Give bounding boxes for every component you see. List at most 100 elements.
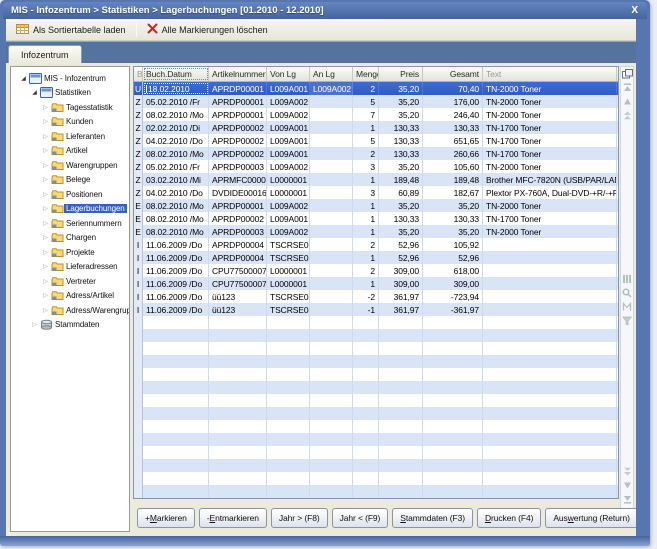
cell-von[interactable]: L009A001: [267, 212, 310, 225]
cell-artikel[interactable]: APRDP00003: [209, 160, 267, 173]
cell-an[interactable]: [310, 303, 353, 316]
action-button-markieren[interactable]: + Markieren: [137, 508, 195, 528]
cell-artikel[interactable]: APRDP00002: [209, 121, 267, 134]
table-empty-row[interactable]: [134, 485, 618, 498]
cell-von[interactable]: L009A002: [267, 108, 310, 121]
cell-text[interactable]: [483, 290, 617, 303]
cell-gesamt[interactable]: [423, 368, 483, 381]
table-empty-row[interactable]: [134, 446, 618, 459]
cell-menge[interactable]: [353, 342, 379, 355]
cell-gesamt[interactable]: 182,67: [423, 186, 483, 199]
cell-an[interactable]: [310, 251, 353, 264]
cell-datum[interactable]: [143, 381, 209, 394]
cell-preis[interactable]: 189,48: [379, 173, 423, 186]
action-button-stammdaten-f3[interactable]: Stammdaten (F3): [392, 508, 473, 528]
cell-b[interactable]: I: [134, 251, 143, 264]
cell-an[interactable]: [310, 173, 353, 186]
cell-menge[interactable]: 2: [353, 82, 379, 95]
cell-text[interactable]: [483, 407, 617, 420]
cell-gesamt[interactable]: 130,33: [423, 121, 483, 134]
cell-preis[interactable]: [379, 342, 423, 355]
cell-b[interactable]: I: [134, 277, 143, 290]
cell-artikel[interactable]: üü123: [209, 290, 267, 303]
tree-collapse-arrow-icon[interactable]: ◢: [30, 89, 39, 96]
cell-von[interactable]: L009A002: [267, 225, 310, 238]
cell-preis[interactable]: 60,89: [379, 186, 423, 199]
cell-text[interactable]: Brother MFC-7820N (USB/PAR/LAN, Scannen,…: [483, 173, 617, 186]
cell-artikel[interactable]: APRDP00002: [209, 134, 267, 147]
tree-expand-arrow-icon[interactable]: ▷: [41, 263, 50, 270]
table-empty-row[interactable]: [134, 433, 618, 446]
cell-von[interactable]: [267, 329, 310, 342]
tree-item-lieferadressen[interactable]: ▷Lieferadressen: [11, 260, 129, 275]
cell-text[interactable]: [483, 381, 617, 394]
column-header-gesamt[interactable]: Gesamt: [423, 67, 483, 81]
cell-von[interactable]: TSCRSE02: [267, 238, 310, 251]
cell-b[interactable]: [134, 355, 143, 368]
cell-von[interactable]: L009A002: [267, 95, 310, 108]
cell-menge[interactable]: [353, 433, 379, 446]
cell-b[interactable]: Z: [134, 121, 143, 134]
cell-von[interactable]: L009A001: [267, 82, 310, 95]
tree-item-kunden[interactable]: ▷Kunden: [11, 115, 129, 130]
tree-expand-arrow-icon[interactable]: ▷: [41, 147, 50, 154]
cell-b[interactable]: I: [134, 238, 143, 251]
cell-menge[interactable]: -2: [353, 290, 379, 303]
cell-an[interactable]: L009A002: [310, 82, 353, 95]
cell-preis[interactable]: 35,20: [379, 108, 423, 121]
cell-artikel[interactable]: [209, 407, 267, 420]
action-button-jahr-f8[interactable]: Jahr > (F8): [271, 508, 328, 528]
cell-text[interactable]: TN-2000 Toner: [483, 160, 617, 173]
table-empty-row[interactable]: [134, 472, 618, 485]
cell-text[interactable]: [483, 264, 617, 277]
cell-artikel[interactable]: [209, 394, 267, 407]
cell-text[interactable]: Plextor PX-760A, Dual-DVD-+R/-+RW, 18/18…: [483, 186, 617, 199]
cell-an[interactable]: [310, 446, 353, 459]
cell-gesamt[interactable]: [423, 459, 483, 472]
cell-an[interactable]: [310, 459, 353, 472]
cell-text[interactable]: TN-2000 Toner: [483, 225, 617, 238]
cell-gesamt[interactable]: [423, 407, 483, 420]
cell-datum[interactable]: [143, 407, 209, 420]
table-empty-row[interactable]: [134, 368, 618, 381]
cell-b[interactable]: Z: [134, 186, 143, 199]
cell-menge[interactable]: 3: [353, 186, 379, 199]
cell-preis[interactable]: [379, 355, 423, 368]
cell-menge[interactable]: 1: [353, 121, 379, 134]
action-button-drucken-f4[interactable]: Drucken (F4): [477, 508, 541, 528]
cell-gesamt[interactable]: [423, 316, 483, 329]
table-empty-row[interactable]: [134, 329, 618, 342]
cell-datum[interactable]: 05.02.2010 /Fr: [143, 160, 209, 173]
column-header-von[interactable]: Von Lg: [267, 67, 310, 81]
cell-gesamt[interactable]: [423, 433, 483, 446]
cell-menge[interactable]: 1: [353, 251, 379, 264]
table-row[interactable]: Z05.02.2010 /FrAPRDP00003L009A002335,201…: [134, 160, 618, 173]
cell-artikel[interactable]: CPU77500007: [209, 277, 267, 290]
cell-an[interactable]: [310, 147, 353, 160]
cell-menge[interactable]: [353, 394, 379, 407]
action-button-jahr-f9[interactable]: Jahr < (F9): [332, 508, 389, 528]
cell-preis[interactable]: [379, 420, 423, 433]
cell-menge[interactable]: 1: [353, 212, 379, 225]
column-header-menge[interactable]: Menge: [353, 67, 379, 81]
cell-b[interactable]: E: [134, 225, 143, 238]
tree-expand-arrow-icon[interactable]: ▷: [30, 321, 39, 328]
scroll-page-up-icon[interactable]: [622, 110, 633, 121]
cell-preis[interactable]: 130,33: [379, 134, 423, 147]
table-row[interactable]: I11.06.2009 /DoAPRDP00004TSCRSE02252,961…: [134, 238, 618, 251]
cell-menge[interactable]: 1: [353, 225, 379, 238]
cell-von[interactable]: L009A001: [267, 121, 310, 134]
cell-von[interactable]: [267, 342, 310, 355]
cell-datum[interactable]: [143, 459, 209, 472]
cell-b[interactable]: I: [134, 290, 143, 303]
scroll-bottom-icon[interactable]: [622, 494, 633, 505]
tree-item-mis-infozentrum[interactable]: ◢MIS - Infozentrum: [11, 71, 129, 86]
cell-datum[interactable]: 11.06.2009 /Do: [143, 264, 209, 277]
tree-expand-arrow-icon[interactable]: ▷: [41, 292, 50, 299]
cell-datum[interactable]: [143, 316, 209, 329]
cell-text[interactable]: [483, 394, 617, 407]
cell-preis[interactable]: 130,33: [379, 212, 423, 225]
cell-datum[interactable]: [143, 485, 209, 498]
clear-marks-button[interactable]: Alle Markierungen löschen: [141, 21, 274, 39]
cell-artikel[interactable]: APRDP00001: [209, 108, 267, 121]
